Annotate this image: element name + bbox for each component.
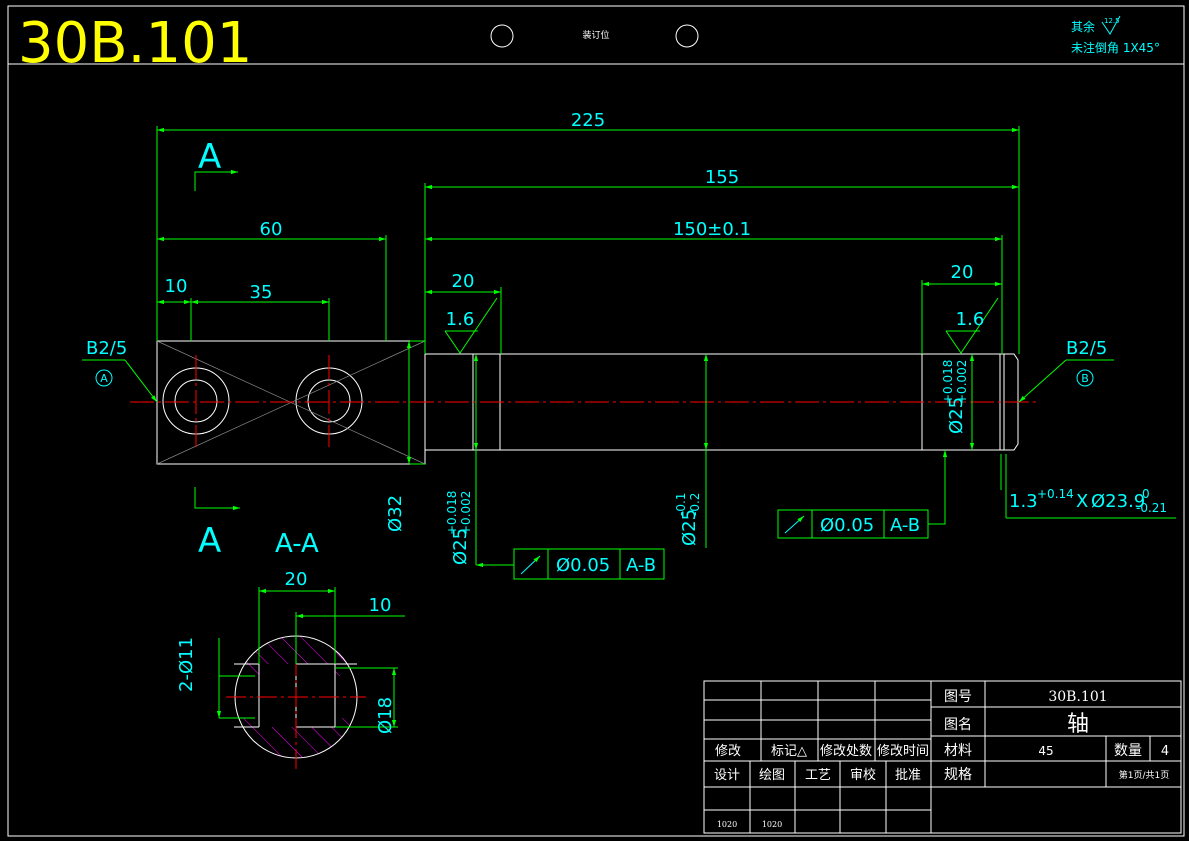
tolerance-frame-right: Ø0.05 A-B	[777, 509, 929, 539]
dim-60: 60	[260, 219, 283, 240]
tb-rev-header: 标记△	[771, 744, 807, 759]
centerlines	[130, 355, 1040, 447]
section-view: 20 10 Ø18 2-Ø11	[176, 569, 405, 770]
svg-text:-0.2: -0.2	[688, 493, 702, 516]
section-title: A-A	[275, 529, 319, 559]
tolerance-frame-left: Ø0.05 A-B	[513, 548, 665, 580]
datum-b: B	[1076, 369, 1094, 387]
dim-dia25-right: Ø25 +0.018 +0.002	[941, 360, 969, 434]
engineering-drawing: 30B.101 装订位 其余 12.5 未注倒角 1X45° 225 155 1…	[7, 5, 1185, 837]
svg-text:-0.21: -0.21	[1136, 501, 1167, 515]
tb-qty: 4	[1161, 744, 1169, 759]
dim-155: 155	[705, 167, 739, 188]
tb-name: 轴	[1067, 712, 1089, 737]
svg-text:0: 0	[1142, 487, 1150, 501]
svg-text:A-B: A-B	[890, 515, 920, 536]
tb-material: 45	[1038, 744, 1053, 758]
section-mark-bottom: A	[198, 521, 221, 561]
binding-hole-left	[490, 24, 514, 48]
tb-rev-header: 修改	[715, 744, 741, 759]
tb-material-label: 材料	[944, 743, 972, 759]
drawing-number-title: 30B.101	[18, 11, 252, 76]
svg-text:+0.018: +0.018	[445, 491, 459, 535]
datum-left-label: B2/5	[86, 338, 127, 359]
sec-dim-10: 10	[369, 595, 392, 616]
tb-name-label: 图名	[944, 717, 972, 733]
tb-sign-header: 设计	[714, 768, 740, 783]
runout-icon	[520, 555, 541, 575]
sec-dim-20: 20	[285, 569, 308, 590]
binding-hole-right	[675, 24, 699, 48]
svg-text:Ø0.05: Ø0.05	[820, 515, 874, 536]
tb-sign-header: 工艺	[805, 768, 831, 783]
sec-dim-18: Ø18	[375, 697, 396, 734]
dim-150: 150±0.1	[673, 219, 751, 240]
svg-text:Ø0.05: Ø0.05	[556, 555, 610, 576]
tb-spec-label: 规格	[944, 767, 972, 783]
svg-text:X: X	[1076, 491, 1088, 512]
svg-text:+0.14: +0.14	[1037, 487, 1074, 501]
tb-sign-header: 批准	[895, 768, 921, 783]
dim-dia25-mid: Ø25 -0.1 -0.2	[674, 493, 702, 546]
tb-drawing-no: 30B.101	[1048, 689, 1107, 705]
tb-qty-label: 数量	[1114, 743, 1142, 759]
tb-sign-value: 1020	[717, 820, 737, 829]
dim-20-right: 20	[951, 262, 974, 283]
dimension-texts: 225 155 150±0.1 60 10 35 20 20 1.6 1.6 Ø…	[86, 110, 1167, 565]
roughness-right: 1.6	[956, 309, 985, 330]
roughness-left: 1.6	[446, 309, 475, 330]
dim-dia32: Ø32	[385, 495, 406, 532]
svg-text:+0.002: +0.002	[459, 491, 473, 535]
svg-text:+0.018: +0.018	[941, 360, 955, 404]
tb-sign-value: 1020	[762, 820, 782, 829]
tb-rev-header: 修改时间	[877, 744, 929, 759]
dim-10: 10	[165, 276, 188, 297]
section-mark-top: A	[198, 137, 221, 177]
svg-text:+0.002: +0.002	[955, 360, 969, 404]
dim-dia25-left: Ø25 +0.018 +0.002	[445, 491, 473, 565]
dim-20-left: 20	[452, 271, 475, 292]
title-block-text: 图号 30B.101 图名 轴 材料 45 数量 4 规格 第1页/共1页 修改…	[714, 689, 1169, 829]
tb-page: 第1页/共1页	[1119, 769, 1170, 781]
dim-225: 225	[571, 110, 605, 131]
runout-icon	[784, 515, 805, 534]
datum-right-label: B2/5	[1066, 338, 1107, 359]
svg-text:-0.1: -0.1	[674, 493, 688, 516]
sec-dim-holes: 2-Ø11	[176, 637, 197, 692]
datum-a: A	[95, 369, 113, 387]
binding-label: 装订位	[582, 29, 609, 41]
chamfer-note: 未注倒角 1X45°	[1071, 40, 1160, 55]
tb-rev-header: 修改处数	[820, 744, 872, 759]
tb-sign-header: 审校	[850, 767, 876, 783]
svg-text:A: A	[100, 372, 108, 385]
roughness-other: 其余	[1071, 19, 1095, 34]
dim-groove: 1.3 +0.14 X Ø23.9 0 -0.21	[1009, 487, 1167, 515]
svg-text:B: B	[1081, 372, 1089, 385]
svg-text:1.3: 1.3	[1009, 491, 1038, 512]
tb-drawing-no-label: 图号	[944, 689, 972, 705]
tb-sign-header: 绘图	[759, 768, 785, 783]
svg-text:A-B: A-B	[626, 555, 656, 576]
dim-35: 35	[250, 282, 273, 303]
